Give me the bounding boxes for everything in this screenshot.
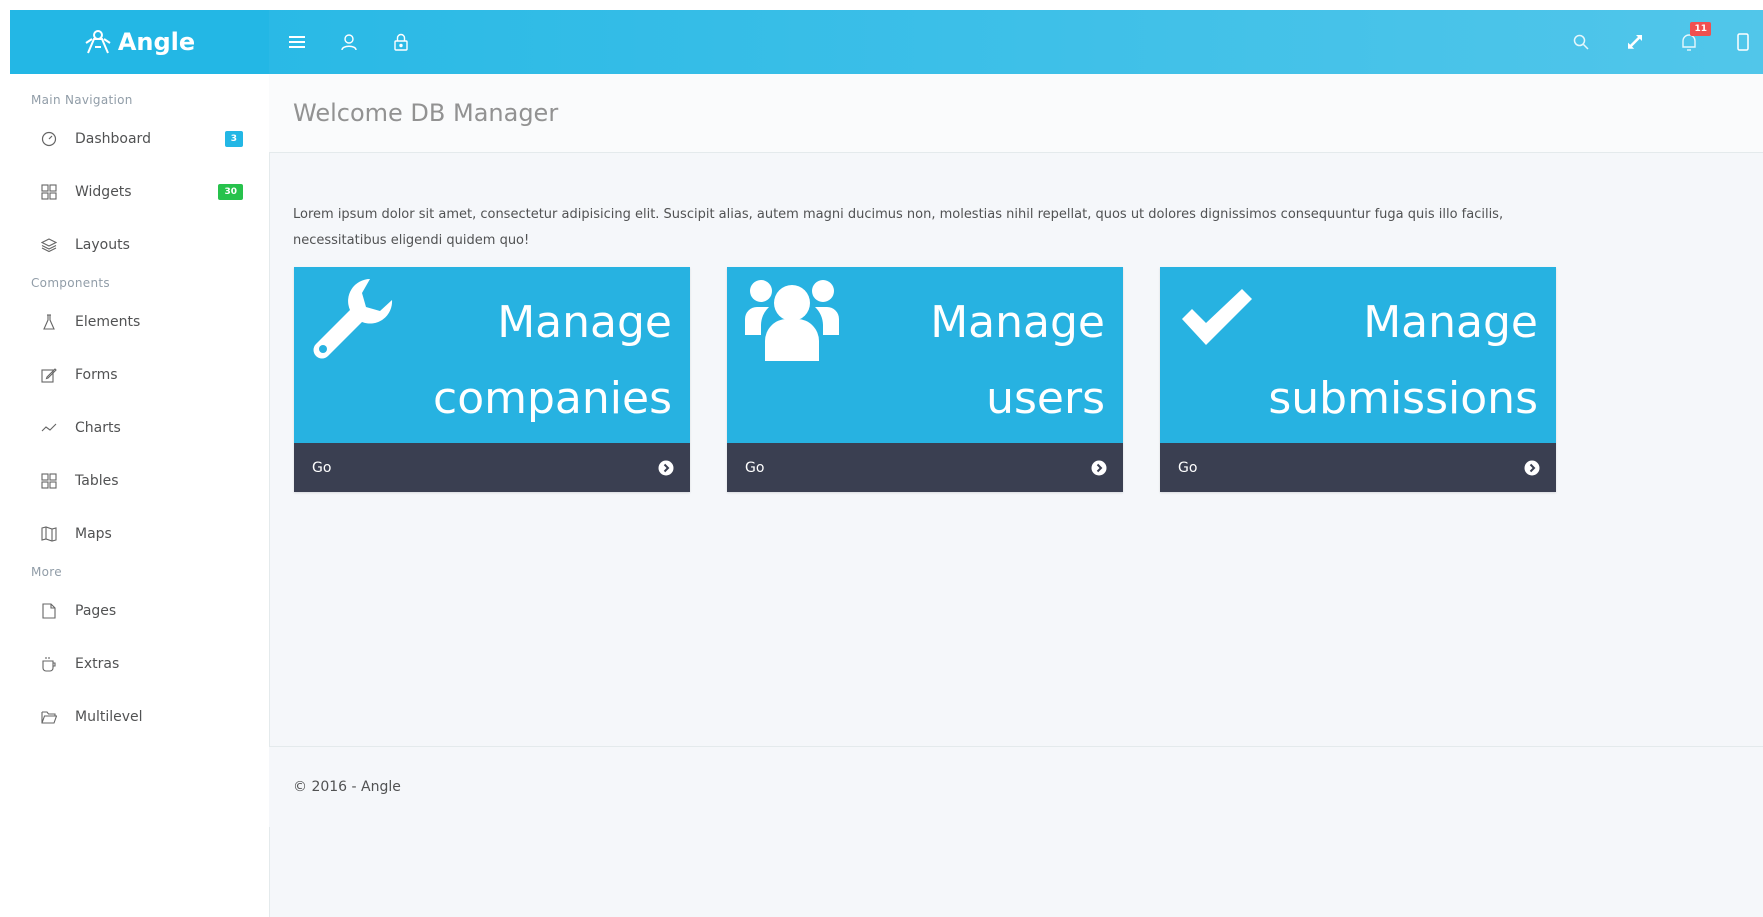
menu-icon[interactable]: [285, 30, 309, 54]
card-body: Manage users: [727, 267, 1123, 443]
card-manage-users: Manage users Go: [727, 267, 1123, 492]
card-go-link[interactable]: Go: [1160, 443, 1556, 492]
page-title-text: Welcome DB Manager: [293, 99, 559, 127]
users-icon: [745, 277, 839, 369]
sidebar-item-label: Layouts: [75, 236, 130, 253]
map-icon: [40, 525, 58, 543]
card-body: Manage submissions: [1160, 267, 1556, 443]
lead-paragraph: Lorem ipsum dolor sit amet, consectetur …: [293, 207, 1504, 248]
sidebar-item-label: Pages: [75, 602, 117, 619]
sidebar-item-elements[interactable]: Elements: [10, 295, 269, 348]
page-footer: © 2016 - Angle: [269, 746, 1763, 827]
arrow-circle-right-icon: [1091, 460, 1107, 476]
cup-icon: [40, 655, 58, 673]
wrench-icon: [312, 277, 394, 365]
sidebar-item-forms[interactable]: Forms: [10, 348, 269, 401]
sidebar-item-maps[interactable]: Maps: [10, 507, 269, 560]
lock-icon[interactable]: [389, 30, 413, 54]
sidebar-item-pages[interactable]: Pages: [10, 584, 269, 637]
sidebar-item-tables[interactable]: Tables: [10, 454, 269, 507]
nav-heading-main: Main Navigation: [31, 93, 133, 107]
arrow-circle-right-icon: [1524, 460, 1540, 476]
sidebar-item-label: Forms: [75, 366, 118, 383]
card-go-link[interactable]: Go: [727, 443, 1123, 492]
card-manage-companies: Manage companies Go: [294, 267, 690, 492]
chemistry-icon: [40, 313, 58, 331]
nav-heading-components: Components: [31, 276, 110, 290]
card-manage-submissions: Manage submissions Go: [1160, 267, 1556, 492]
nav-heading-more: More: [31, 565, 62, 579]
page-title: Welcome DB Manager: [269, 74, 1763, 153]
angle-logo-icon: [84, 29, 112, 55]
dashboard-badge: 3: [224, 130, 243, 147]
topbar-right-nav: 11: [1569, 10, 1763, 74]
card-title: Manage submissions: [1268, 297, 1538, 424]
sidebar-item-label: Widgets: [75, 183, 132, 200]
grid-icon: [40, 472, 58, 490]
card-go-link[interactable]: Go: [294, 443, 690, 492]
topbar-left-nav: [285, 10, 413, 74]
sidebar-item-label: Dashboard: [75, 130, 151, 147]
sidebar-toggle-icon[interactable]: [1731, 30, 1755, 54]
sidebar-item-label: Multilevel: [75, 708, 143, 725]
arrow-circle-right-icon: [658, 460, 674, 476]
sidebar-item-multilevel[interactable]: Multilevel: [10, 690, 269, 743]
sidebar-item-widgets[interactable]: Widgets 30: [10, 165, 269, 218]
sidebar-item-label: Maps: [75, 525, 112, 542]
sidebar-item-label: Elements: [75, 313, 141, 330]
grid-icon: [40, 183, 58, 201]
card-title: Manage users: [930, 297, 1105, 424]
sidebar-item-layouts[interactable]: Layouts: [10, 218, 269, 271]
graph-icon: [40, 419, 58, 437]
topbar: Angle 11: [10, 10, 1763, 74]
search-icon[interactable]: [1569, 30, 1593, 54]
user-icon[interactable]: [337, 30, 361, 54]
brand-name: Angle: [117, 28, 196, 56]
sidebar-item-dashboard[interactable]: Dashboard 3: [10, 112, 269, 165]
widgets-badge: 30: [218, 183, 243, 200]
sidebar: Main Navigation Dashboard 3 Widgets 30 L…: [10, 74, 270, 917]
doc-icon: [40, 602, 58, 620]
bell-icon[interactable]: 11: [1677, 22, 1711, 54]
card-title: Manage companies: [433, 297, 672, 424]
sidebar-item-label: Tables: [75, 472, 119, 489]
layers-icon: [40, 236, 58, 254]
expand-icon[interactable]: [1623, 30, 1647, 54]
sidebar-item-label: Charts: [75, 419, 121, 436]
folder-icon: [40, 708, 58, 726]
footer-text: © 2016 - Angle: [293, 779, 401, 795]
card-body: Manage companies: [294, 267, 690, 443]
sidebar-item-extras[interactable]: Extras: [10, 637, 269, 690]
app-frame: Angle 11 Main Navigation Dashboard 3 Wid…: [10, 10, 1763, 917]
speedometer-icon: [40, 130, 58, 148]
notification-badge: 11: [1690, 22, 1711, 36]
check-icon: [1178, 289, 1256, 353]
sidebar-item-label: Extras: [75, 655, 120, 672]
note-icon: [40, 366, 58, 384]
sidebar-item-charts[interactable]: Charts: [10, 401, 269, 454]
brand-logo[interactable]: Angle: [10, 10, 269, 74]
